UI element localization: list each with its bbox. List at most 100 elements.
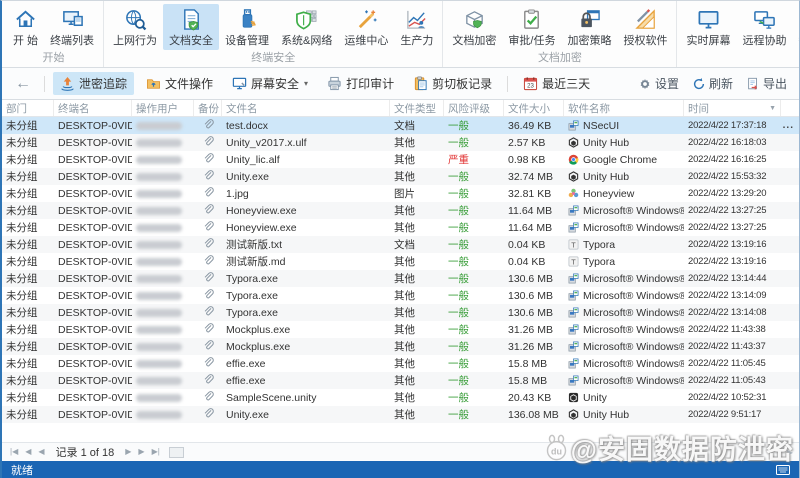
table-row[interactable]: 未分组 DESKTOP-0VIDMDJ SampleScene.unity 其他 一般 2… xyxy=(2,389,799,406)
redacted-user xyxy=(136,206,182,215)
ribbon-button-system-network[interactable]: 系统&网络 xyxy=(275,4,338,50)
table-row[interactable]: 未分组 DESKTOP-0VIDMDJ Unity_lic.alf 其他 严重 0.98 … xyxy=(2,151,799,168)
cell-department: 未分组 xyxy=(6,137,38,149)
column-header-user[interactable]: 操作用户 xyxy=(132,100,194,116)
cell-time: 2022/4/22 13:27:25 xyxy=(688,205,767,216)
ribbon-button-document-security[interactable]: 文档安全 xyxy=(163,4,220,50)
cell-file-name: Mockplus.exe xyxy=(226,340,291,353)
row-actions-ellipsis[interactable]: ... xyxy=(781,117,799,134)
paperclip-icon xyxy=(203,254,214,269)
toolbar-button-print-audit[interactable]: 打印审计 xyxy=(320,72,401,95)
table-row[interactable]: 未分组 DESKTOP-0VIDMDJ Unity.exe 其他 一般 136.08 MB… xyxy=(2,406,799,423)
paperclip-icon xyxy=(203,407,214,422)
column-header-app[interactable]: 软件名称 xyxy=(564,100,684,116)
paperclip-icon xyxy=(203,237,214,252)
pager-next-button-2[interactable]: ▶| xyxy=(150,448,162,456)
scroll-right-arrow-icon[interactable]: ▶ xyxy=(787,448,793,457)
column-header-type[interactable]: 文件类型 xyxy=(390,100,444,116)
table-row[interactable]: 未分组 DESKTOP-0VIDMDJ Unity_v2017.x.ulf 其他 一般 2… xyxy=(2,134,799,151)
table-row[interactable]: 未分组 DESKTOP-0VIDMDJ effie.exe 其他 一般 15.8 MB Mi… xyxy=(2,355,799,372)
column-header-risk[interactable]: 风险评级 xyxy=(444,100,504,116)
column-header-dept[interactable]: 部门 xyxy=(2,100,54,116)
back-button[interactable]: ← xyxy=(10,75,36,92)
nsec-app-icon xyxy=(568,120,579,131)
column-header-terminal[interactable]: 终端名 xyxy=(54,100,132,116)
table-row[interactable]: 未分组 DESKTOP-0VIDMDJ 测试新版.md 其他 一般 0.04 KB T Typ… xyxy=(2,253,799,270)
toolbar-button-leak-trace[interactable]: 泄密追踪 xyxy=(53,72,135,95)
table-row[interactable]: 未分组 DESKTOP-0VIDMDJ Typora.exe 其他 一般 130.6 MB… xyxy=(2,270,799,287)
gear-small-icon xyxy=(638,77,652,91)
toolbar-button-settings[interactable]: 设置 xyxy=(638,75,679,92)
toolbar-button-refresh[interactable]: 刷新 xyxy=(692,75,733,92)
cell-risk-rating: 一般 xyxy=(448,205,469,217)
ribbon-button-internet-behavior[interactable]: 上网行为 xyxy=(107,4,163,50)
column-header-time[interactable]: 时间 ▼ xyxy=(684,100,781,116)
ribbon-button-productivity[interactable]: 生产力 xyxy=(394,4,439,50)
ribbon-button-start[interactable]: 开 始 xyxy=(7,4,44,50)
ribbon-group-label: 文档加密 xyxy=(537,52,582,64)
sort-indicator-icon[interactable]: ▼ xyxy=(769,105,776,112)
cell-risk-rating: 一般 xyxy=(448,171,469,183)
column-header-spacer[interactable] xyxy=(781,100,799,116)
toolbar-button-label: 泄密追踪 xyxy=(79,77,128,91)
cell-department: 未分组 xyxy=(6,205,38,217)
table-row[interactable]: 未分组 DESKTOP-0VIDMDJ Mockplus.exe 其他 一般 31.26 … xyxy=(2,338,799,355)
column-header-backup[interactable]: 备份 xyxy=(194,100,222,116)
table-row[interactable]: 未分组 DESKTOP-0VIDMDJ Honeyview.exe 其他 一般 11.64… xyxy=(2,202,799,219)
ribbon-button-encryption-policy[interactable]: 加密策略 xyxy=(561,4,617,50)
keyboard-icon[interactable] xyxy=(776,464,790,475)
toolbar-button-last-three-days[interactable]: 23 最近三天 xyxy=(516,72,597,95)
toolbar-button-screen-security[interactable]: 屏幕安全 ▾ xyxy=(225,72,315,95)
paperclip-icon xyxy=(203,373,214,388)
cell-file-type: 其他 xyxy=(394,256,415,268)
pager-prev-button-2[interactable]: ◀ xyxy=(36,448,46,456)
cell-operating-user xyxy=(132,304,194,321)
mswin-app-icon xyxy=(568,375,579,386)
column-header-size[interactable]: 文件大小 xyxy=(504,100,564,116)
software-name-label: Microsoft® Windows® Oper... xyxy=(583,340,684,353)
ribbon-button-device-management[interactable]: 设备管理 xyxy=(219,4,275,50)
cell-operating-user xyxy=(132,338,194,355)
cell-backup xyxy=(194,287,222,304)
table-row[interactable]: 未分组 DESKTOP-0VIDMDJ 测试新版.txt 文档 一般 0.04 KB T Ty… xyxy=(2,236,799,253)
ribbon-button-remote-assist[interactable]: 远程协助 xyxy=(736,4,792,50)
cell-backup xyxy=(194,185,222,202)
pager-edit-box[interactable] xyxy=(168,446,184,458)
table-row[interactable]: 未分组 DESKTOP-0VIDMDJ 1.jpg 图片 一般 32.81 KB Honey… xyxy=(2,185,799,202)
cell-terminal-name: DESKTOP-0VIDMDJ xyxy=(58,323,132,336)
ribbon-button-sensitive-scan[interactable]: 敏感内容扫描 xyxy=(792,4,799,50)
redacted-user xyxy=(136,274,182,283)
toolbar-button-clipboard-records[interactable]: 剪切板记录 xyxy=(406,72,499,95)
cell-department: 未分组 xyxy=(6,375,38,387)
ribbon-button-terminal-list[interactable]: 终端列表 xyxy=(44,4,100,50)
cell-time: 2022/4/22 13:29:20 xyxy=(688,188,767,199)
table-row[interactable]: 未分组 DESKTOP-0VIDMDJ Typora.exe 其他 一般 130.6 MB… xyxy=(2,304,799,321)
ribbon-button-ops-center[interactable]: 运维中心 xyxy=(338,4,394,50)
table-row[interactable]: 未分组 DESKTOP-0VIDMDJ Mockplus.exe 其他 一般 31.26 … xyxy=(2,321,799,338)
ribbon-button-label: 加密策略 xyxy=(567,35,612,47)
software-name-label: Microsoft® Windows® Oper... xyxy=(583,374,684,387)
pager-next-button-0[interactable]: ▶ xyxy=(123,448,133,456)
table-row[interactable]: 未分组 DESKTOP-0VIDMDJ effie.exe 其他 一般 15.8 MB Mi… xyxy=(2,372,799,389)
cell-file-size: 130.6 MB xyxy=(508,289,553,302)
table-row[interactable]: 未分组 DESKTOP-0VIDMDJ test.docx 文档 一般 36.49 KB N… xyxy=(2,117,799,134)
table-row[interactable]: 未分组 DESKTOP-0VIDMDJ Honeyview.exe 其他 一般 11.64… xyxy=(2,219,799,236)
toolbar-button-file-operations[interactable]: 文件操作 xyxy=(139,72,220,95)
pager-prev-button-1[interactable]: ◀ xyxy=(23,448,33,456)
ribbon-button-doc-encryption[interactable]: 文档加密 xyxy=(446,4,502,50)
paperclip-icon xyxy=(203,169,214,184)
table-row[interactable]: 未分组 DESKTOP-0VIDMDJ Typora.exe 其他 一般 130.6 MB… xyxy=(2,287,799,304)
table-row[interactable]: 未分组 DESKTOP-0VIDMDJ Unity.exe 其他 一般 32.74 MB U… xyxy=(2,168,799,185)
column-header-file[interactable]: 文件名 xyxy=(222,100,390,116)
cell-file-type: 其他 xyxy=(394,205,415,217)
ribbon-button-licensed-software[interactable]: 授权软件 xyxy=(617,4,673,50)
ribbon-button-realtime-screen[interactable]: 实时屏幕 xyxy=(680,4,736,50)
column-header-label: 软件名称 xyxy=(568,102,610,115)
cell-terminal-name: DESKTOP-0VIDMDJ xyxy=(58,357,132,370)
cell-file-name: Unity.exe xyxy=(226,408,269,421)
pager-prev-button-0[interactable]: |◀ xyxy=(8,448,20,456)
pager-next-button-1[interactable]: ▶ xyxy=(136,448,146,456)
terminal-list-icon xyxy=(61,7,84,31)
toolbar-button-export[interactable]: 导出 xyxy=(746,75,787,92)
ribbon-button-approval-tasks[interactable]: 审批/任务 xyxy=(502,4,561,50)
